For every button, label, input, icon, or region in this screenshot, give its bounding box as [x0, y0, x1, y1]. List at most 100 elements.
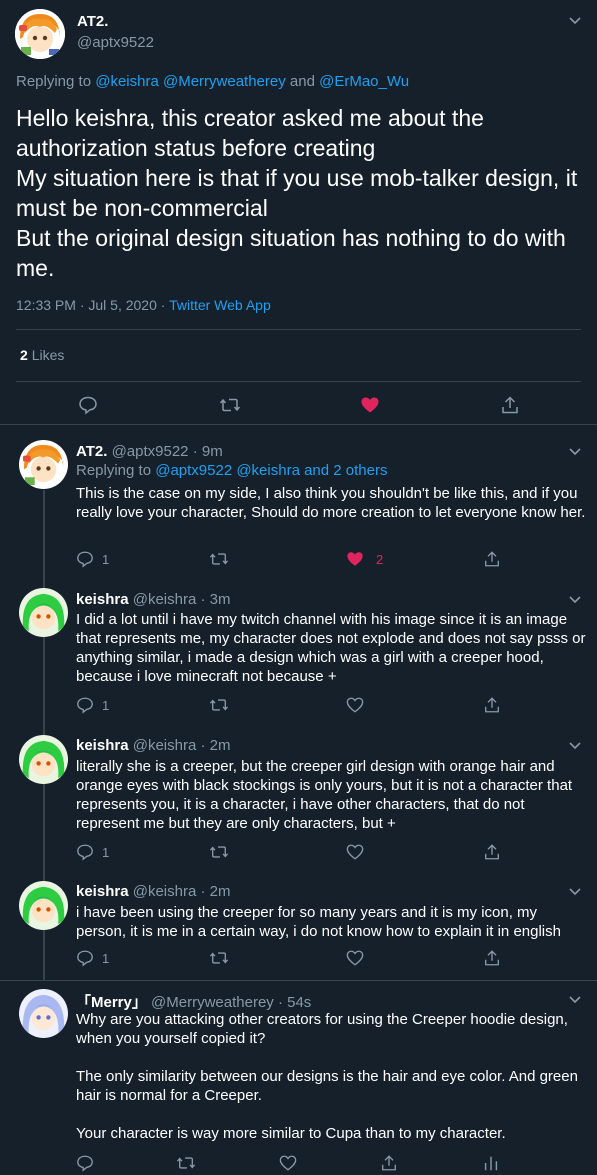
likes-label: Likes — [31, 347, 65, 363]
retweet-icon — [209, 553, 229, 565]
reply-meta[interactable]: @Merryweatherey · 54s — [151, 994, 311, 1011]
reply-author-name[interactable]: 「Merry」 — [76, 994, 147, 1011]
reply-meta[interactable]: @keishra · 2m — [133, 737, 231, 754]
reply-button[interactable] — [76, 1154, 94, 1172]
reply-author-name[interactable]: keishra — [76, 883, 129, 900]
avatar[interactable] — [19, 588, 68, 637]
likes-count[interactable]: 2 Likes — [20, 347, 64, 363]
share-icon — [485, 697, 499, 713]
replying-to: Replying to @keishra @Merryweatherey and… — [16, 73, 409, 90]
analytics-icon — [484, 1156, 498, 1171]
replying-last-mention[interactable]: @ErMao_Wu — [319, 73, 409, 90]
reply-header: keishra @keishra · 3m — [76, 591, 230, 608]
retweet-icon — [209, 846, 229, 858]
tweet-source[interactable]: Twitter Web App — [169, 297, 271, 313]
retweet-button[interactable] — [209, 949, 229, 967]
reply-text: i have been using the creeper for so man… — [76, 904, 561, 940]
avatar[interactable] — [19, 440, 68, 489]
reply-meta[interactable]: @keishra · 2m — [133, 883, 231, 900]
replying-and: and — [289, 73, 315, 90]
replying-to: Replying to @aptx9522 @keishra and 2 oth… — [76, 462, 387, 479]
reply-button[interactable]: 1 — [76, 843, 109, 861]
reply-button[interactable]: 1 — [76, 550, 109, 568]
reply-header: keishra @keishra · 2m — [76, 737, 230, 754]
reply-text: I did a lot until i have my twitch chann… — [76, 611, 586, 685]
avatar[interactable] — [19, 735, 68, 784]
like-button[interactable] — [346, 696, 364, 714]
divider — [16, 381, 581, 382]
reply-author-name[interactable]: keishra — [76, 737, 129, 754]
timestamp-text[interactable]: 12:33 PM · Jul 5, 2020 · — [16, 297, 169, 313]
share-button[interactable] — [483, 696, 501, 714]
reply-icon[interactable] — [78, 395, 98, 415]
reply-button[interactable]: 1 — [76, 696, 109, 714]
avatar[interactable] — [19, 881, 68, 930]
retweet-button[interactable] — [176, 1154, 196, 1172]
tweet-text: Hello keishra, this creator asked me abo… — [16, 105, 578, 281]
reply-meta[interactable]: @keishra · 3m — [133, 591, 231, 608]
tweet-timestamp: 12:33 PM · Jul 5, 2020 · Twitter Web App — [16, 297, 271, 313]
reply-text: Why are you attacking other creators for… — [76, 1011, 578, 1142]
reply-icon — [77, 844, 93, 861]
reply-header: AT2. @aptx9522 · 9m — [76, 443, 223, 460]
heart-icon — [346, 844, 364, 860]
reply-icon — [77, 1155, 93, 1172]
reply-header: 「Merry」 @Merryweatherey · 54s — [76, 991, 311, 1012]
share-icon — [485, 844, 499, 860]
reply-text: literally she is a creeper, but the cree… — [76, 758, 573, 832]
reply-count: 1 — [102, 844, 110, 860]
retweet-icon — [176, 1157, 196, 1169]
retweet-button[interactable] — [209, 696, 229, 714]
reply-author-name[interactable]: keishra — [76, 591, 129, 608]
avatar[interactable] — [19, 989, 68, 1038]
retweet-button[interactable] — [209, 550, 229, 568]
like-button[interactable]: 2 — [346, 550, 383, 568]
reply-button[interactable]: 1 — [76, 949, 109, 967]
replying-prefix: Replying to — [76, 462, 152, 479]
like-button[interactable] — [279, 1154, 297, 1172]
share-icon — [382, 1155, 396, 1171]
reply-meta[interactable]: @aptx9522 · 9m — [112, 443, 223, 460]
like-button[interactable] — [346, 843, 364, 861]
like-button[interactable] — [346, 949, 364, 967]
replying-prefix: Replying to — [16, 73, 92, 90]
share-button[interactable] — [483, 550, 501, 568]
heart-icon — [346, 697, 364, 713]
analytics-button[interactable] — [482, 1154, 500, 1172]
replying-mentions[interactable]: @aptx9522 @keishra and 2 others — [155, 462, 387, 479]
author-name[interactable]: AT2. — [77, 13, 108, 30]
retweet-icon — [209, 952, 229, 964]
author-handle[interactable]: @aptx9522 — [77, 34, 154, 51]
share-icon[interactable] — [500, 395, 520, 415]
chevron-down-icon[interactable] — [567, 883, 583, 899]
share-button[interactable] — [483, 949, 501, 967]
retweet-icon — [209, 699, 229, 711]
replying-mentions[interactable]: @keishra @Merryweatherey — [95, 73, 286, 90]
share-button[interactable] — [483, 843, 501, 861]
chevron-down-icon[interactable] — [567, 12, 583, 28]
reply-icon — [77, 697, 93, 714]
chevron-down-icon[interactable] — [567, 737, 583, 753]
heart-icon — [279, 1155, 297, 1171]
divider — [0, 980, 597, 981]
reply-text: This is the case on my side, I also thin… — [76, 485, 586, 521]
avatar[interactable] — [15, 9, 65, 59]
chevron-down-icon[interactable] — [567, 443, 583, 459]
retweet-icon[interactable] — [219, 395, 241, 415]
share-button[interactable] — [380, 1154, 398, 1172]
reply-icon — [77, 551, 93, 568]
reply-icon — [77, 950, 93, 967]
divider — [0, 424, 597, 425]
like-count: 2 — [376, 551, 384, 567]
reply-author-name[interactable]: AT2. — [76, 443, 107, 460]
reply-count: 1 — [102, 950, 110, 966]
heart-icon — [347, 552, 363, 566]
share-icon — [485, 950, 499, 966]
reply-header: keishra @keishra · 2m — [76, 883, 230, 900]
likes-number: 2 — [20, 347, 28, 363]
retweet-button[interactable] — [209, 843, 229, 861]
chevron-down-icon[interactable] — [567, 591, 583, 607]
heart-icon — [346, 950, 364, 966]
chevron-down-icon[interactable] — [567, 991, 583, 1007]
heart-icon[interactable] — [360, 395, 380, 415]
